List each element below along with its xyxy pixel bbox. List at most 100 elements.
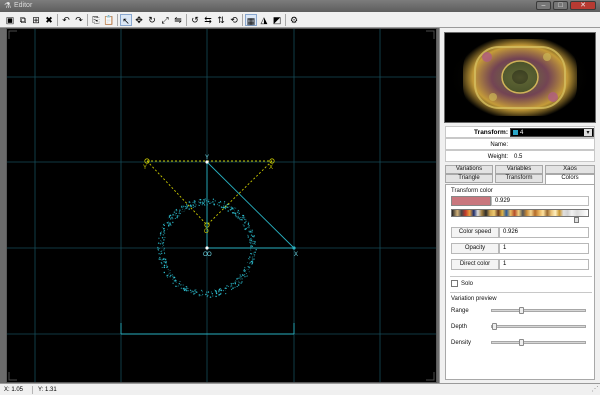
- add-linked-button[interactable]: ⊞: [30, 14, 42, 26]
- chevron-down-icon[interactable]: ▾: [584, 129, 592, 136]
- point-cloud-dot: [165, 262, 167, 264]
- point-cloud-dot: [226, 285, 228, 287]
- point-cloud-dot: [206, 295, 209, 298]
- point-cloud-dot: [163, 231, 164, 232]
- duplicate-transform-button[interactable]: ⧉: [17, 14, 29, 26]
- move-mode-button[interactable]: ✥: [133, 14, 145, 26]
- point-cloud-dot: [254, 240, 256, 242]
- point-cloud-dot: [238, 281, 240, 284]
- point-cloud-dot: [178, 282, 181, 285]
- point-cloud-dot: [189, 203, 191, 205]
- point-cloud-dot: [248, 225, 250, 227]
- window-titlebar[interactable]: ⚗ Editor – □ ✕: [0, 0, 600, 12]
- point-cloud-dot: [159, 243, 162, 245]
- point-cloud-dot: [255, 248, 257, 251]
- point-cloud-dot: [254, 256, 256, 257]
- minimize-button[interactable]: –: [536, 1, 551, 10]
- point-cloud-dot: [178, 212, 180, 215]
- point-cloud-dot: [224, 208, 227, 210]
- point-cloud-dot: [254, 251, 256, 254]
- point-cloud-dot: [252, 253, 254, 255]
- point-cloud-dot: [204, 204, 206, 206]
- depth-slider-thumb[interactable]: [492, 323, 497, 330]
- point-cloud-dot: [222, 206, 225, 208]
- depth-slider[interactable]: [491, 323, 586, 330]
- transform-color-field[interactable]: 0.929: [491, 196, 589, 206]
- density-slider-thumb[interactable]: [519, 339, 524, 346]
- density-slider[interactable]: [491, 339, 586, 346]
- weight-field[interactable]: 0.5: [514, 153, 522, 161]
- point-cloud-dot: [251, 259, 254, 261]
- point-cloud-dot: [179, 209, 181, 211]
- triangle-editor-canvas[interactable]: Y X O Y X O O: [6, 28, 437, 383]
- rotate-left-button[interactable]: ↺: [189, 14, 201, 26]
- point-cloud-dot: [209, 202, 211, 205]
- point-cloud-dot: [218, 291, 220, 293]
- point-cloud-dot: [167, 268, 169, 270]
- tab-transform[interactable]: Transform: [495, 174, 543, 183]
- point-cloud-dot: [215, 290, 217, 292]
- point-cloud-dot: [183, 289, 186, 292]
- name-row[interactable]: Name:: [445, 138, 595, 150]
- toggle-preview-button[interactable]: ◩: [271, 14, 283, 26]
- range-slider-thumb[interactable]: [519, 307, 524, 314]
- close-button[interactable]: ✕: [570, 1, 596, 10]
- tab-triangle[interactable]: Triangle: [445, 174, 493, 183]
- transform-color-slider[interactable]: [451, 217, 589, 223]
- point-cloud-dot: [252, 256, 254, 258]
- weight-row[interactable]: Weight: 0.5: [445, 150, 595, 162]
- point-cloud-dot: [168, 215, 171, 217]
- point-cloud-dot: [246, 227, 248, 228]
- transform-origin-point[interactable]: [205, 246, 209, 250]
- copy-button[interactable]: ⎘: [90, 14, 102, 26]
- direct-color-field[interactable]: 1: [499, 259, 589, 270]
- toggle-triangles-button[interactable]: ◮: [258, 14, 270, 26]
- variation-preview-label: Variation preview: [451, 296, 497, 302]
- tab-variables[interactable]: Variables: [495, 165, 543, 174]
- flip-vertical-button[interactable]: ⇅: [215, 14, 227, 26]
- transform-label-o-second: O: [207, 252, 212, 258]
- toggle-grid-button[interactable]: ▦: [245, 14, 257, 26]
- flame-preview-image[interactable]: [444, 32, 596, 123]
- paste-button[interactable]: 📋: [103, 14, 115, 26]
- tab-xaos[interactable]: Xaos: [545, 165, 595, 174]
- tab-variations[interactable]: Variations: [445, 165, 493, 174]
- point-cloud-dot: [232, 282, 234, 285]
- scale-mode-button[interactable]: ⤢: [159, 14, 171, 26]
- rotate-mode-button[interactable]: ↻: [146, 14, 158, 26]
- delete-transform-button[interactable]: ✖: [43, 14, 55, 26]
- point-cloud-dot: [184, 205, 186, 208]
- flip-horizontal-button[interactable]: ⇆: [202, 14, 214, 26]
- point-cloud-dot: [232, 207, 234, 209]
- cursor-x-readout: X: 1.05: [4, 387, 24, 393]
- transform-vertex-x[interactable]: [292, 246, 296, 250]
- point-cloud-dot: [186, 204, 188, 206]
- point-cloud-dot: [163, 266, 165, 267]
- reset-button[interactable]: ⟲: [228, 14, 240, 26]
- new-transform-button[interactable]: ▣: [4, 14, 16, 26]
- redo-button[interactable]: ↷: [73, 14, 85, 26]
- maximize-button[interactable]: □: [553, 1, 568, 10]
- transform-selector[interactable]: 4 ▾: [510, 128, 594, 137]
- point-cloud-dot: [250, 234, 253, 236]
- point-cloud-dot: [249, 239, 250, 241]
- point-cloud-dot: [251, 245, 254, 247]
- solo-checkbox[interactable]: [451, 280, 458, 287]
- range-slider[interactable]: [491, 307, 586, 314]
- resize-grip-icon[interactable]: ⋰: [591, 386, 599, 394]
- opacity-field[interactable]: 1: [499, 243, 589, 254]
- point-cloud-dot: [202, 293, 204, 295]
- point-cloud-dot: [171, 276, 174, 278]
- transform-color-swatch[interactable]: [451, 196, 491, 206]
- options-button[interactable]: ⚙: [288, 14, 300, 26]
- editor-canvas-svg[interactable]: Y X O Y X O O: [7, 29, 436, 382]
- transform-color-slider-thumb[interactable]: [574, 217, 579, 223]
- point-cloud-dot: [242, 224, 244, 226]
- select-mode-button[interactable]: ↖: [120, 14, 132, 26]
- undo-button[interactable]: ↶: [60, 14, 72, 26]
- palette-gradient-bar[interactable]: [451, 209, 589, 217]
- point-cloud-dot: [190, 291, 192, 294]
- canvas-grid: [7, 29, 436, 382]
- flip-mode-button[interactable]: ⇋: [172, 14, 184, 26]
- color-speed-field[interactable]: 0.926: [499, 227, 589, 238]
